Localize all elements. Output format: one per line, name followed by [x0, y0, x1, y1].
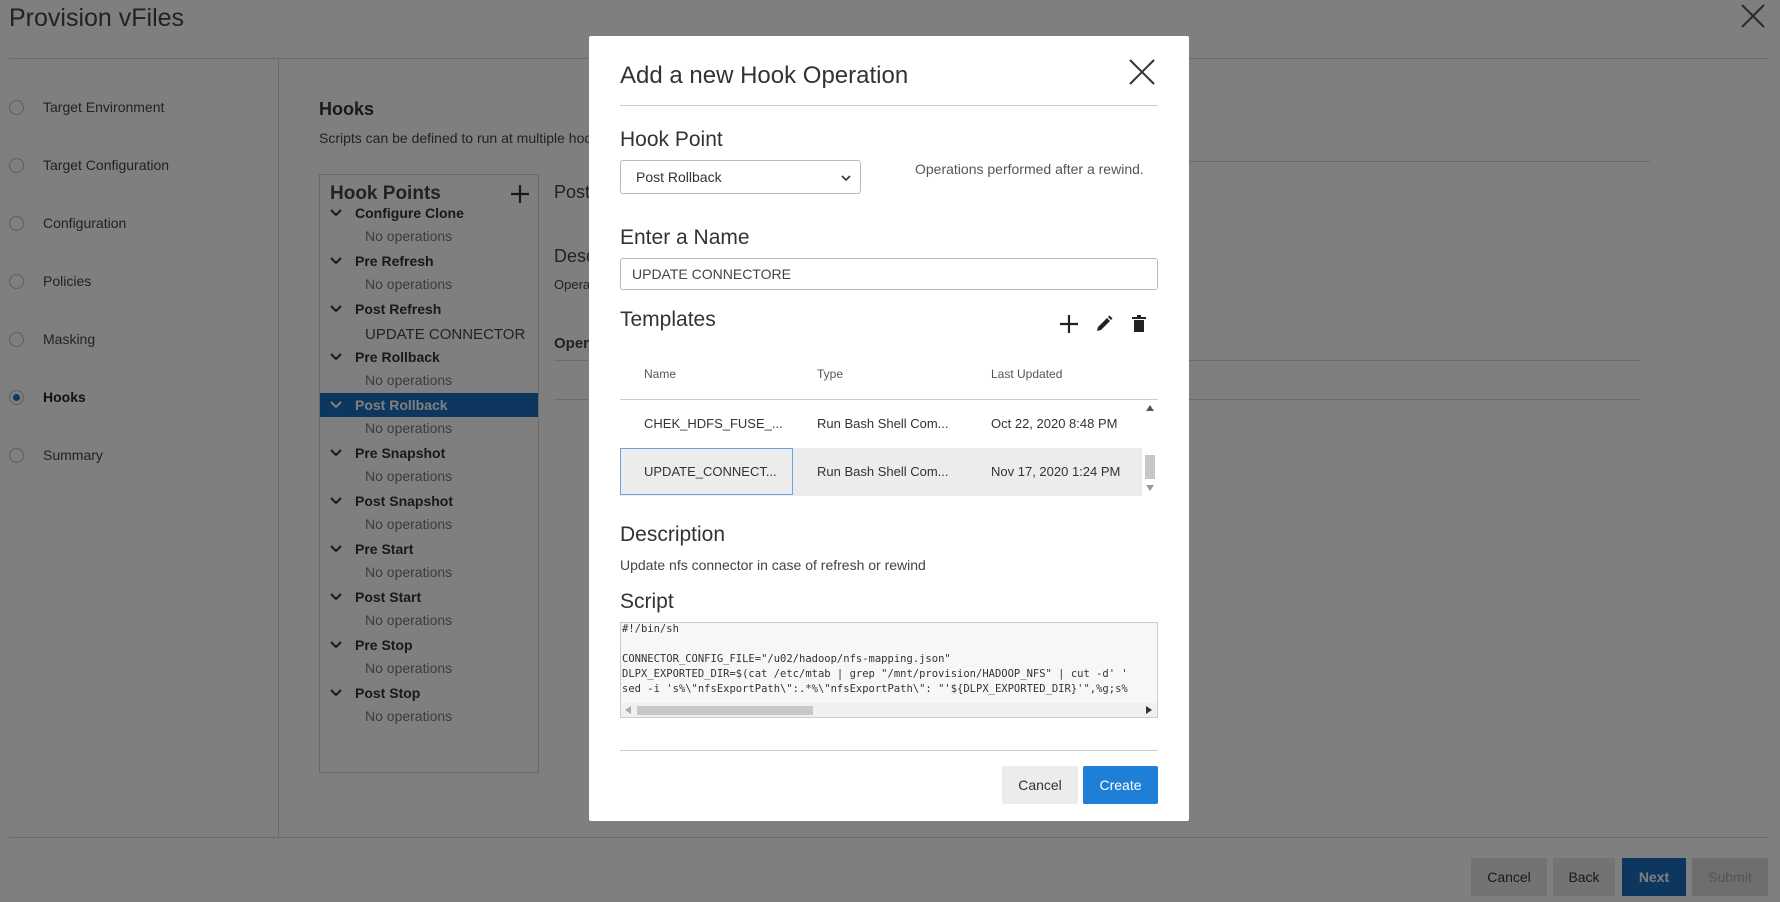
scroll-up-arrow-icon[interactable] — [1146, 404, 1154, 412]
hook-point-select[interactable]: Post Rollback — [620, 160, 861, 194]
table-header: Name Type Last Updated — [620, 350, 1158, 400]
template-name: UPDATE_CONNECT... — [644, 464, 777, 479]
scroll-down-arrow-icon[interactable] — [1146, 484, 1154, 492]
hook-point-hint: Operations performed after a rewind. — [915, 161, 1144, 177]
divider — [620, 750, 1158, 751]
name-input[interactable]: UPDATE CONNECTORE — [620, 258, 1158, 290]
template-updated: Nov 17, 2020 1:24 PM — [991, 464, 1121, 479]
script-editor[interactable]: #!/bin/sh CONNECTOR_CONFIG_FILE="/u02/ha… — [620, 622, 1158, 718]
script-line: sed -i 's%\"nfsExportPath\":.*%\"nfsExpo… — [622, 683, 1128, 695]
trash-icon[interactable] — [1127, 312, 1151, 336]
column-header-name[interactable]: Name — [644, 367, 676, 381]
templates-table: Name Type Last Updated CHEK_HDFS_FUSE_..… — [620, 350, 1158, 530]
template-name: CHEK_HDFS_FUSE_... — [644, 416, 783, 431]
scrollbar-thumb[interactable] — [1145, 455, 1155, 479]
column-header-last-updated[interactable]: Last Updated — [991, 367, 1062, 381]
table-row[interactable]: UPDATE_CONNECT... Run Bash Shell Com... … — [620, 448, 1142, 496]
table-row[interactable]: CHEK_HDFS_FUSE_... Run Bash Shell Com...… — [620, 400, 1142, 448]
close-icon[interactable] — [1127, 57, 1157, 87]
template-type: Run Bash Shell Com... — [817, 416, 949, 431]
template-updated: Oct 22, 2020 8:48 PM — [991, 416, 1118, 431]
script-line: CONNECTOR_CONFIG_FILE="/u02/hadoop/nfs-m… — [622, 653, 951, 665]
templates-label: Templates — [620, 308, 716, 331]
script-horizontal-scrollbar[interactable] — [621, 703, 1157, 717]
name-label: Enter a Name — [620, 226, 750, 249]
script-label: Script — [620, 590, 674, 613]
dialog-title: Add a new Hook Operation — [620, 62, 909, 89]
scrollbar-thumb[interactable] — [637, 706, 813, 715]
chevron-down-icon — [841, 175, 851, 182]
table-scrollbar[interactable] — [1142, 400, 1158, 496]
script-line: #!/bin/sh — [622, 623, 679, 635]
plus-icon[interactable] — [1057, 312, 1081, 336]
cancel-button[interactable]: Cancel — [1002, 766, 1078, 804]
template-type: Run Bash Shell Com... — [817, 464, 949, 479]
hook-point-label: Hook Point — [620, 128, 723, 151]
description-label: Description — [620, 523, 726, 546]
pencil-icon[interactable] — [1092, 312, 1116, 336]
script-line: DLPX_EXPORTED_DIR=$(cat /etc/mtab | grep… — [622, 668, 1128, 680]
divider — [620, 105, 1158, 106]
column-header-type[interactable]: Type — [817, 367, 843, 381]
scroll-left-arrow-icon[interactable] — [624, 706, 632, 714]
description-text: Update nfs connector in case of refresh … — [620, 557, 926, 573]
scroll-right-arrow-icon[interactable] — [1145, 706, 1153, 714]
create-button[interactable]: Create — [1083, 766, 1158, 804]
add-hook-operation-dialog: Add a new Hook Operation Hook Point Post… — [589, 36, 1189, 821]
